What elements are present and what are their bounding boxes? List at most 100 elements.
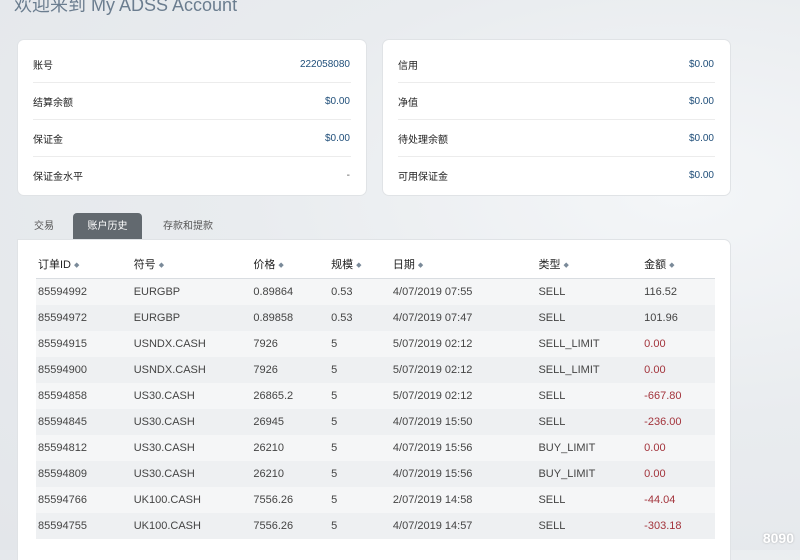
column-header-label: 价格 <box>253 259 276 271</box>
column-header-label: 符号 <box>133 259 156 271</box>
sort-icon[interactable]: ◆ <box>418 262 423 269</box>
account-summary-right: 信用 $0.00 净值 $0.00 待处理余额 $0.00 可用保证金 $0.0… <box>383 40 730 195</box>
column-header-date[interactable]: 日期 ◆ <box>392 250 539 279</box>
settled-balance-label: 结算余额 <box>33 98 73 109</box>
cell-type: SELL_LIMIT <box>538 357 645 383</box>
cell-date: 5/07/2019 02:12 <box>392 383 539 409</box>
cell-price: 0.89864 <box>253 278 332 305</box>
sort-icon[interactable]: ◆ <box>356 262 361 269</box>
cell-date: 4/07/2019 07:55 <box>392 278 539 305</box>
equity-value: $0.00 <box>688 96 714 107</box>
cell-price: 26210 <box>253 435 332 461</box>
free-margin-value: $0.00 <box>688 170 714 181</box>
cell-order-id: 85594845 <box>36 409 134 435</box>
table-row: 85594809 US30.CASH 26210 5 4/07/2019 15:56 BU… <box>36 461 715 487</box>
sort-icon[interactable]: ◆ <box>669 262 674 269</box>
table-row: 85594972 EURGBP 0.89858 0.53 4/07/2019 07:47… <box>36 305 715 331</box>
cell-date: 2/07/2019 14:58 <box>392 487 539 513</box>
column-header-label: 订单ID <box>38 259 71 271</box>
cell-type: SELL <box>538 383 645 409</box>
column-header-size[interactable]: 规模 ◆ <box>331 250 393 279</box>
equity-label: 净值 <box>398 98 418 109</box>
cell-date: 5/07/2019 02:12 <box>392 331 539 357</box>
cell-size: 5 <box>331 357 393 383</box>
margin-level-row: 保证金水平 - <box>18 157 366 194</box>
cell-symbol: UK100.CASH <box>133 513 254 539</box>
tab-account-history[interactable]: 账户历史 <box>73 213 142 240</box>
account-number-row: 账号 222058080 <box>18 46 366 83</box>
column-header-price[interactable]: 价格 ◆ <box>253 250 332 279</box>
credit-value: $0.00 <box>688 59 714 70</box>
cell-price: 26210 <box>253 461 332 487</box>
cell-symbol: US30.CASH <box>133 409 254 435</box>
column-header-label: 规模 <box>331 259 354 271</box>
table-row: 85594845 US30.CASH 26945 5 4/07/2019 15:50 SE… <box>36 409 715 435</box>
cell-order-id: 85594755 <box>36 513 134 539</box>
cell-amount: 0.00 <box>644 357 715 383</box>
cell-size: 5 <box>331 383 393 409</box>
cell-date: 4/07/2019 15:50 <box>392 409 539 435</box>
account-number-label: 账号 <box>33 61 53 72</box>
column-header-amount[interactable]: 金额 ◆ <box>644 250 715 279</box>
sort-icon[interactable]: ◆ <box>159 262 164 269</box>
column-header-label: 日期 <box>392 259 415 271</box>
table-row: 85594915 USNDX.CASH 7926 5 5/07/2019 02:12 SE… <box>36 331 715 357</box>
cell-order-id: 85594858 <box>36 383 134 409</box>
credit-row: 信用 $0.00 <box>383 46 730 83</box>
free-margin-row: 可用保证金 $0.00 <box>383 157 730 194</box>
cell-order-id: 85594915 <box>36 331 134 357</box>
table-header-row: 订单ID ◆ 符号 ◆ 价格 ◆ 规模 ◆ 日期 ◆ 类型 ◆ 金额 ◆ <box>36 250 715 279</box>
cell-order-id: 85594900 <box>36 357 134 383</box>
cell-date: 4/07/2019 15:56 <box>392 461 539 487</box>
cell-type: SELL <box>538 278 645 305</box>
table-row: 85594766 UK100.CASH 7556.26 5 2/07/2019 14:5… <box>36 487 715 513</box>
cell-price: 26865.2 <box>253 383 332 409</box>
cell-price: 7926 <box>253 357 332 383</box>
sort-icon[interactable]: ◆ <box>563 262 568 269</box>
cell-amount: 101.96 <box>644 305 715 331</box>
cell-date: 4/07/2019 14:57 <box>392 513 539 539</box>
cell-symbol: US30.CASH <box>133 435 254 461</box>
margin-row: 保证金 $0.00 <box>18 120 366 157</box>
cell-type: SELL <box>538 305 645 331</box>
margin-level-value: - <box>346 170 350 181</box>
cell-amount: -236.00 <box>644 409 715 435</box>
cell-date: 4/07/2019 07:47 <box>392 305 539 331</box>
tab-trades[interactable]: 交易 <box>18 213 70 240</box>
cell-date: 4/07/2019 15:56 <box>392 435 539 461</box>
cell-order-id: 85594972 <box>36 305 134 331</box>
table-row: 85594858 US30.CASH 26865.2 5 5/07/2019 02:12… <box>36 383 715 409</box>
cell-amount: 0.00 <box>644 435 715 461</box>
cell-size: 5 <box>331 435 393 461</box>
cell-price: 7556.26 <box>253 487 332 513</box>
cell-order-id: 85594992 <box>36 278 134 305</box>
cell-size: 5 <box>331 409 393 435</box>
pending-balance-label: 待处理余额 <box>398 135 448 146</box>
cell-symbol: UK100.CASH <box>133 487 254 513</box>
sort-icon[interactable]: ◆ <box>278 262 283 269</box>
cell-symbol: EURGBP <box>133 305 254 331</box>
cell-size: 5 <box>331 513 393 539</box>
cell-type: SELL <box>538 513 645 539</box>
cell-price: 7556.26 <box>253 513 332 539</box>
account-number-value: 222058080 <box>299 59 350 70</box>
cell-price: 0.89858 <box>253 305 332 331</box>
table-row: 85594812 US30.CASH 26210 5 4/07/2019 15:56 BU… <box>36 435 715 461</box>
cell-price: 26945 <box>253 409 332 435</box>
watermark: 8090 <box>762 530 794 546</box>
tab-deposits-withdrawals[interactable]: 存款和提款 <box>148 213 228 240</box>
cell-amount: -44.04 <box>644 487 715 513</box>
cell-type: SELL <box>538 409 645 435</box>
cell-date: 5/07/2019 02:12 <box>392 357 539 383</box>
column-header-label: 类型 <box>538 259 561 271</box>
column-header-order-id[interactable]: 订单ID ◆ <box>36 250 134 279</box>
sort-icon[interactable]: ◆ <box>74 262 79 269</box>
account-summary-left: 账号 222058080 结算余额 $0.00 保证金 $0.00 保证金水平 … <box>18 40 366 195</box>
column-header-symbol[interactable]: 符号 ◆ <box>133 250 254 279</box>
cell-price: 7926 <box>253 331 332 357</box>
margin-value: $0.00 <box>324 133 350 144</box>
credit-label: 信用 <box>398 61 418 72</box>
cell-size: 0.53 <box>331 278 393 305</box>
column-header-type[interactable]: 类型 ◆ <box>538 250 645 279</box>
page-title: 欢迎来到 My ADSS Account <box>14 0 238 15</box>
